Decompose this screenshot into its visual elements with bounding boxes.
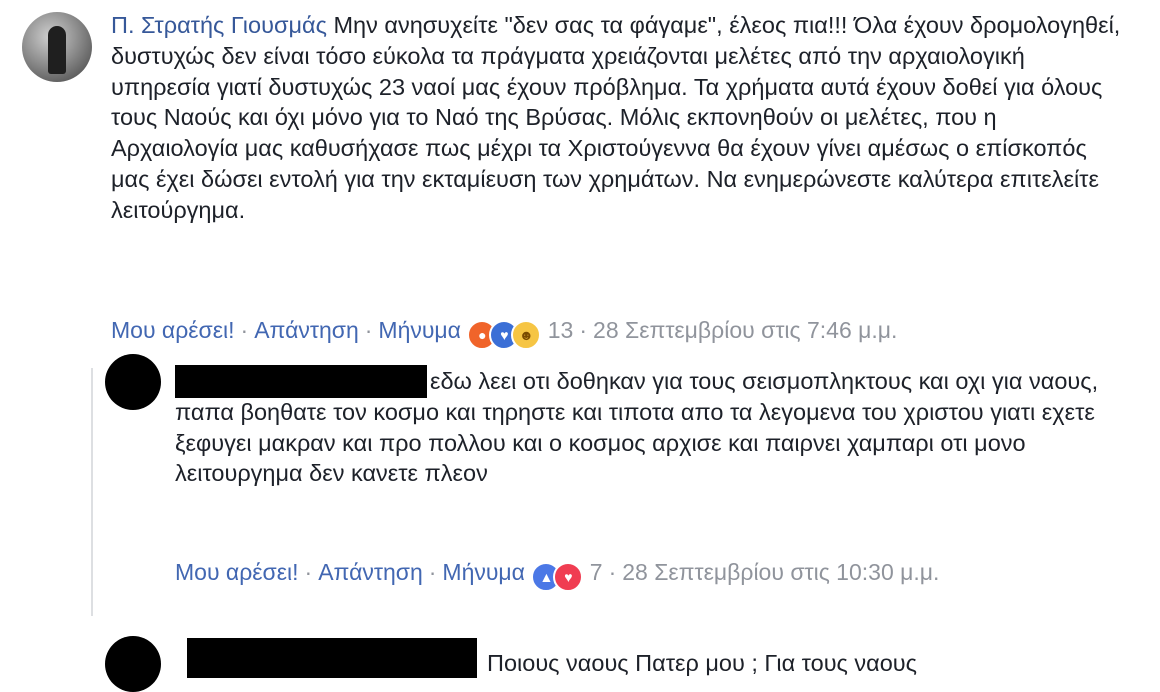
comment-timestamp[interactable]: 28 Σεπτεμβρίου στις 7:46 μ.μ. [593,317,897,343]
comment-timestamp[interactable]: 28 Σεπτεμβρίου στις 10:30 μ.μ. [622,559,939,585]
separator-dot: · [304,559,313,585]
comment-body: Ποιους ναους Πατερ μου ; Για τους ναους [487,648,1127,679]
comment-actions: Μου αρέσει! · Απάντηση · Μήνυμα ● ♥ ☻ 13 · 28 Σε… [111,315,897,350]
reaction-count[interactable]: 13 [548,317,574,343]
comment-body: εδω λεει οτι δοθηκαν για τους σεισμοπληκ… [175,366,1105,489]
message-link[interactable]: Μήνυμα [378,317,461,343]
avatar[interactable] [105,636,161,692]
redacted-author-name [187,638,477,678]
message-link[interactable]: Μήνυμα [442,559,525,585]
reaction-count[interactable]: 7 [590,559,603,585]
reply-link[interactable]: Απάντηση [254,317,359,343]
separator-dot: · [608,559,617,585]
comment-text: Μην ανησυχείτε "δεν σας τα φάγαμε", έλεο… [111,12,1121,223]
separator-dot: · [240,317,249,343]
avatar-figure [48,26,66,74]
comment-author-link[interactable]: Π. Στρατής Γιουσμάς [111,12,327,38]
comment-actions: Μου αρέσει! · Απάντηση · Μήνυμα ▲ ♥ 7 · 28 Σεπτ… [175,557,1075,592]
separator-dot: · [364,317,373,343]
haha-reaction-icon: ☻ [511,319,542,350]
reply-link[interactable]: Απάντηση [318,559,423,585]
reply-thread-line [91,368,93,616]
comment-body: Π. Στρατής Γιουσμάς Μην ανησυχείτε "δεν … [111,10,1121,226]
avatar[interactable] [105,354,161,410]
love-reaction-icon: ♥ [553,561,584,592]
separator-dot: · [579,317,588,343]
like-link[interactable]: Μου αρέσει! [111,317,235,343]
like-link[interactable]: Μου αρέσει! [175,559,299,585]
reactions-summary[interactable]: ▲ ♥ [531,560,584,592]
comment-text: Ποιους ναους Πατερ μου ; Για τους ναους [487,650,917,676]
reactions-summary[interactable]: ● ♥ ☻ [467,318,542,350]
separator-dot: · [428,559,437,585]
comment-text: εδω λεει οτι δοθηκαν για τους σεισμοπληκ… [175,368,1099,487]
avatar[interactable] [22,12,92,82]
